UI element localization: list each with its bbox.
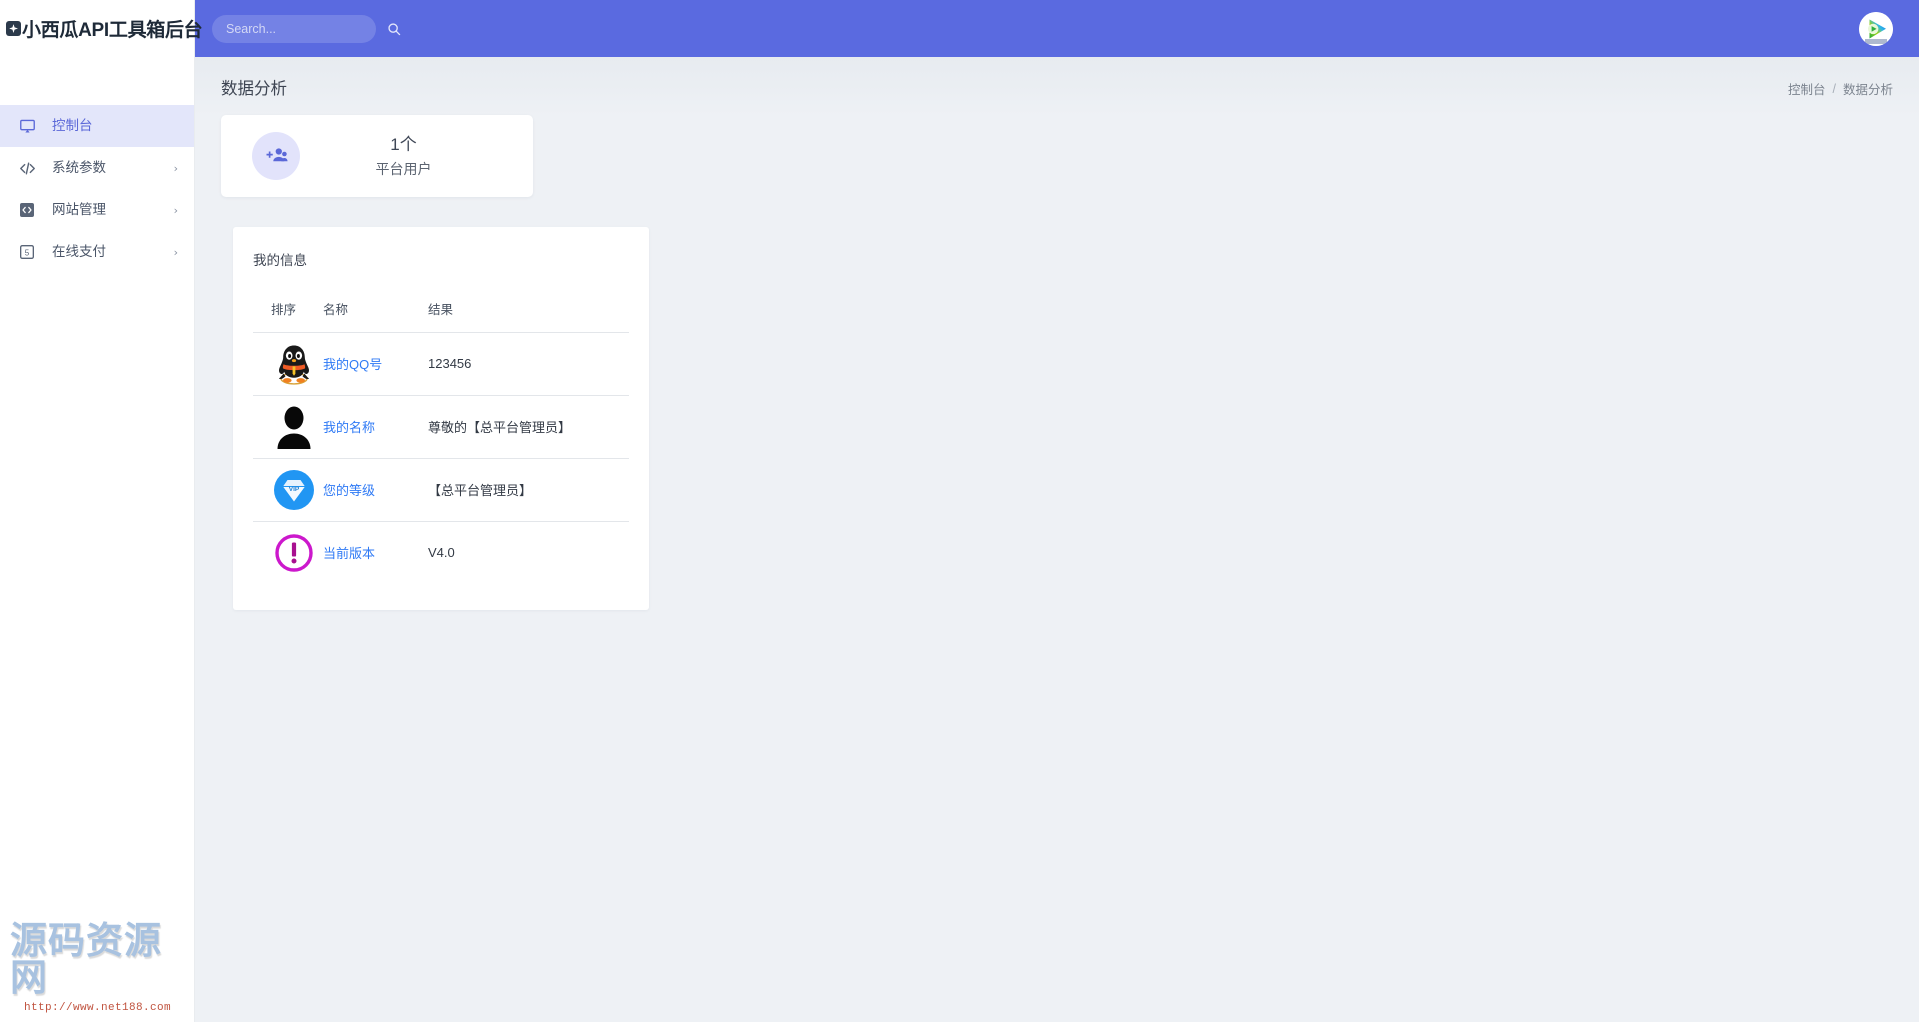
row-value: 【总平台管理员】 xyxy=(428,483,533,498)
table-row: VIP 您的等级 【总平台管理员】 xyxy=(253,458,629,522)
row-value: 尊敬的【总平台管理员】 xyxy=(428,420,572,435)
code-box-icon xyxy=(18,201,36,219)
user-avatar[interactable] xyxy=(1859,11,1893,46)
table-row: 我的名称 尊敬的【总平台管理员】 xyxy=(253,395,629,459)
search-box[interactable] xyxy=(212,14,401,43)
breadcrumb: 控制台 / 数据分析 xyxy=(1788,79,1893,98)
row-value: V4.0 xyxy=(428,545,455,560)
sidebar-item-site-management[interactable]: 网站管理 › xyxy=(0,189,194,231)
my-info-card: 我的信息 排序 名称 结果 我的QQ号 123456 我的名称 尊敬的【总平台管… xyxy=(233,227,649,610)
sidebar-item-label: 控制台 xyxy=(52,118,93,134)
sidebar-nav: 控制台 系统参数 › 网站管理 › 5 在线支付 › xyxy=(0,105,194,273)
row-icon-cell xyxy=(253,522,323,585)
table-header-row: 排序 名称 结果 xyxy=(253,299,629,333)
table-row: 我的QQ号 123456 xyxy=(253,332,629,396)
search-icon[interactable] xyxy=(387,22,401,36)
table-body: 我的QQ号 123456 我的名称 尊敬的【总平台管理员】 VIP 您的等级 【… xyxy=(253,332,629,585)
row-name-cell: 当前版本 xyxy=(323,522,428,585)
svg-text:5: 5 xyxy=(25,248,30,257)
breadcrumb-item-console[interactable]: 控制台 xyxy=(1788,79,1826,98)
app-root: 小西瓜API工具箱后台 控制台 系统参数 › 网站管理 › 5 在线支付 › S… xyxy=(0,0,1919,1022)
star-badge-icon xyxy=(6,21,21,36)
row-value-cell: 123456 xyxy=(428,332,629,396)
svg-text:VIP: VIP xyxy=(289,486,300,493)
row-name-link[interactable]: 我的QQ号 xyxy=(323,357,382,372)
chevron-right-icon: › xyxy=(173,203,178,217)
row-name-link[interactable]: 我的名称 xyxy=(323,420,375,435)
brand-title: 小西瓜API工具箱后台 xyxy=(22,20,203,41)
row-name-link[interactable]: 您的等级 xyxy=(323,483,375,498)
sidebar-item-console[interactable]: 控制台 xyxy=(0,105,194,147)
sidebar-item-online-payment[interactable]: 5 在线支付 › xyxy=(0,231,194,273)
column-header-result: 结果 xyxy=(428,299,629,333)
page-title: 数据分析 xyxy=(221,80,287,98)
stat-label: 平台用户 xyxy=(375,160,432,177)
column-header-order: 排序 xyxy=(253,299,323,333)
row-icon-cell xyxy=(253,395,323,459)
content-area: 数据分析 控制台 / 数据分析 1个 平台用户 我的信息 排序 名称 结果 我的… xyxy=(195,57,1919,1022)
topbar xyxy=(195,0,1919,57)
add-users-icon xyxy=(252,132,300,180)
stat-value: 1个 xyxy=(390,135,417,155)
row-value-cell: 尊敬的【总平台管理员】 xyxy=(428,395,629,459)
person-silhouette-icon xyxy=(271,404,317,450)
code-icon xyxy=(18,159,36,177)
money-box-icon: 5 xyxy=(18,243,36,261)
stat-card-platform-users[interactable]: 1个 平台用户 xyxy=(221,115,533,197)
stat-texts: 1个 平台用户 xyxy=(300,132,533,180)
column-header-name: 名称 xyxy=(323,299,428,333)
chevron-right-icon: › xyxy=(173,161,178,175)
sidebar-item-label: 网站管理 xyxy=(52,202,106,218)
row-name-cell: 我的名称 xyxy=(323,395,428,459)
row-value-cell: V4.0 xyxy=(428,522,629,585)
row-name-link[interactable]: 当前版本 xyxy=(323,546,375,561)
qq-penguin-icon xyxy=(271,341,317,387)
row-name-cell: 您的等级 xyxy=(323,458,428,522)
sidebar: 小西瓜API工具箱后台 控制台 系统参数 › 网站管理 › 5 在线支付 › xyxy=(0,0,203,1022)
sidebar-item-system-params[interactable]: 系统参数 › xyxy=(0,147,194,189)
monitor-icon xyxy=(18,117,36,135)
row-value: 123456 xyxy=(428,356,472,371)
row-value-cell: 【总平台管理员】 xyxy=(428,458,629,522)
row-icon-cell: VIP xyxy=(253,458,323,522)
vip-diamond-icon: VIP xyxy=(271,467,317,513)
sidebar-item-label: 在线支付 xyxy=(52,244,106,260)
breadcrumb-item-current: 数据分析 xyxy=(1842,83,1893,97)
main-area: 数据分析 控制台 / 数据分析 xyxy=(195,0,1919,1022)
exclamation-circle-icon xyxy=(271,530,317,576)
chevron-right-icon: › xyxy=(173,245,178,259)
page-header: 数据分析 控制台 / 数据分析 xyxy=(195,57,1919,109)
row-name-cell: 我的QQ号 xyxy=(323,332,428,396)
search-input[interactable] xyxy=(226,21,387,36)
table-row: 当前版本 V4.0 xyxy=(253,522,629,585)
sidebar-item-label: 系统参数 xyxy=(52,160,106,176)
my-info-table: 排序 名称 结果 我的QQ号 123456 我的名称 尊敬的【总平台管理员】 V… xyxy=(253,299,629,584)
breadcrumb-separator: / xyxy=(1832,81,1836,96)
play-triangle-icon xyxy=(1859,11,1893,46)
table-head: 排序 名称 结果 xyxy=(253,299,629,333)
row-icon-cell xyxy=(253,332,323,396)
brand[interactable]: 小西瓜API工具箱后台 xyxy=(0,0,203,57)
my-info-card-title: 我的信息 xyxy=(253,253,307,268)
